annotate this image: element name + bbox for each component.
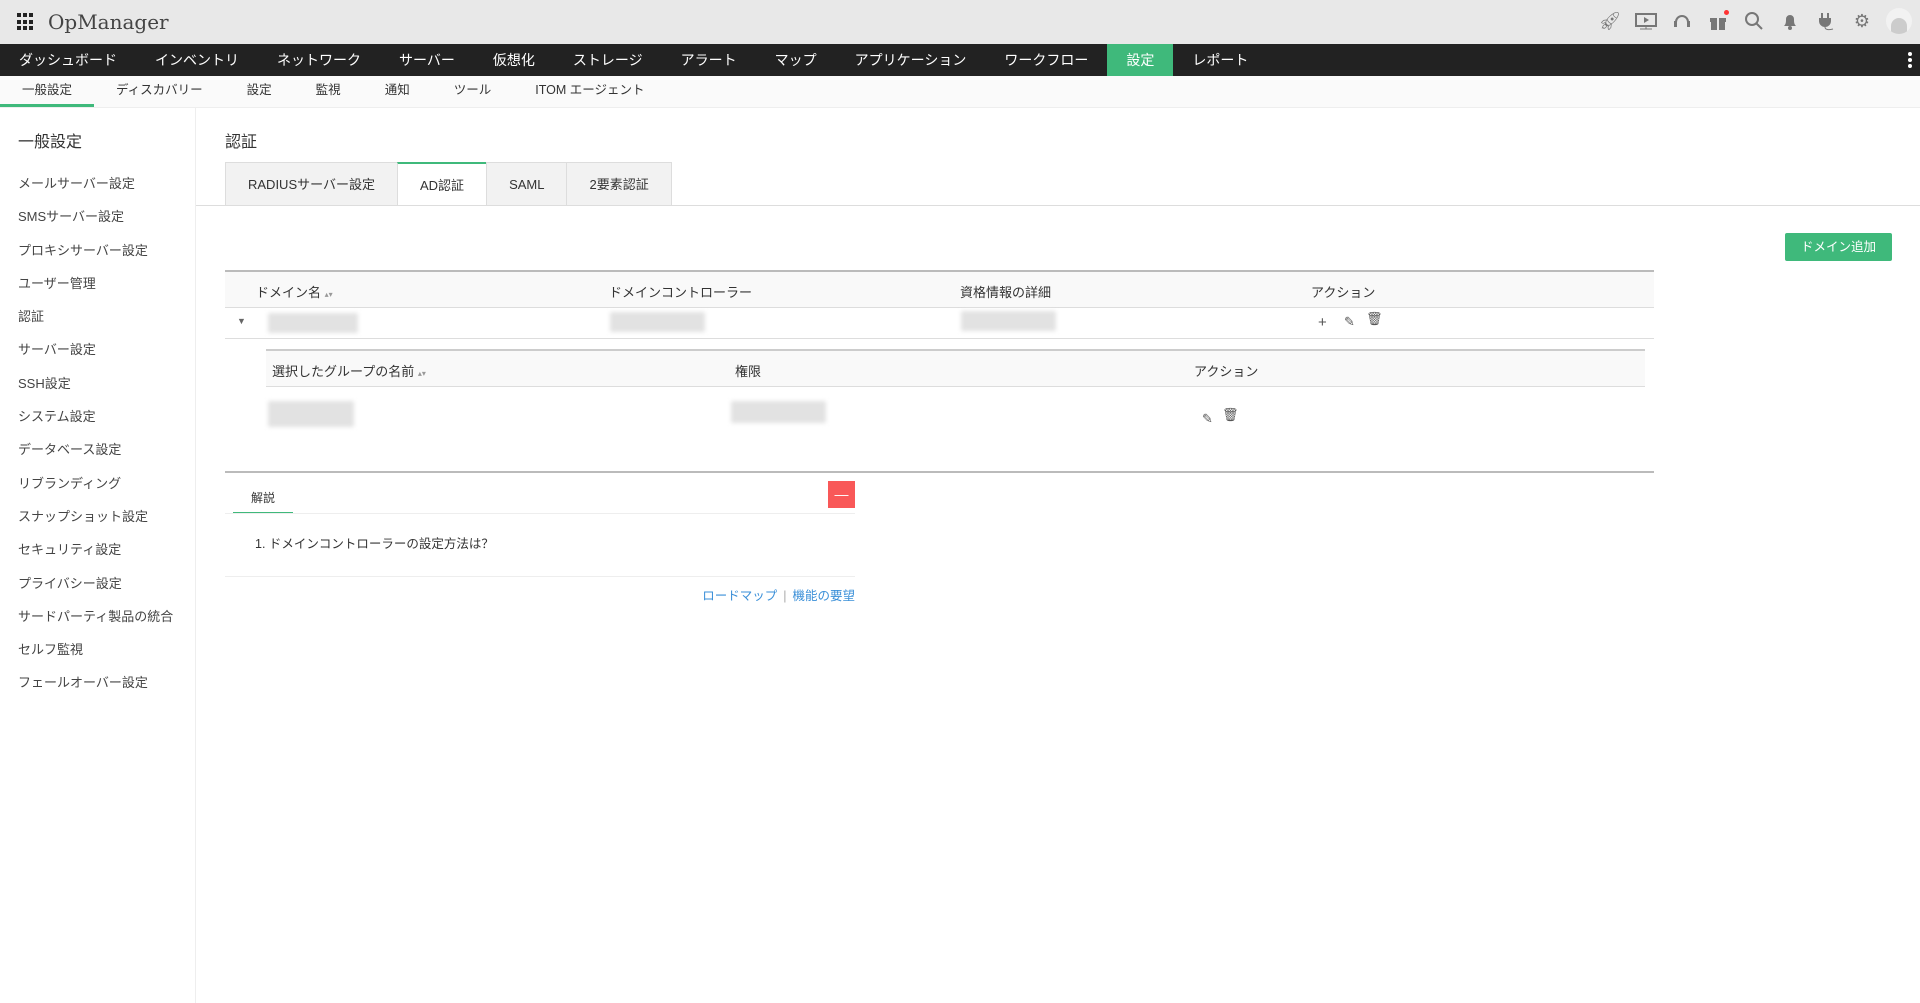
tab-radius[interactable]: RADIUSサーバー設定 bbox=[225, 162, 397, 206]
nav-virtualization[interactable]: 仮想化 bbox=[474, 44, 554, 76]
redacted-domain-controller bbox=[610, 312, 705, 332]
expand-caret-icon[interactable]: ▼ bbox=[237, 316, 246, 326]
add-domain-button[interactable]: ドメイン追加 bbox=[1785, 233, 1892, 261]
subnav-itom-agent[interactable]: ITOM エージェント bbox=[513, 76, 666, 107]
subnav-notification[interactable]: 通知 bbox=[363, 76, 432, 107]
nav-network[interactable]: ネットワーク bbox=[258, 44, 380, 76]
subnav-discovery[interactable]: ディスカバリー bbox=[94, 76, 225, 107]
app-logo[interactable]: OpManager bbox=[48, 10, 169, 34]
divider bbox=[225, 513, 855, 514]
help-tab[interactable]: 解説 bbox=[233, 489, 294, 514]
table-header: ドメイン名 ▴▾ ドメインコントローラー 資格情報の詳細 アクション bbox=[225, 272, 1654, 308]
col-group-name[interactable]: 選択したグループの名前 ▴▾ bbox=[272, 361, 426, 380]
sidebar-item[interactable]: SMSサーバー設定 bbox=[18, 206, 173, 239]
headset-icon[interactable] bbox=[1670, 9, 1694, 33]
feature-request-link[interactable]: 機能の要望 bbox=[792, 589, 855, 603]
sidebar-item[interactable]: プライバシー設定 bbox=[18, 573, 173, 606]
sub-nav: 一般設定 ディスカバリー 設定 監視 通知 ツール ITOM エージェント bbox=[0, 76, 1920, 108]
presentation-icon[interactable] bbox=[1634, 9, 1658, 33]
sidebar-item[interactable]: リブランディング bbox=[18, 473, 173, 506]
sidebar-item[interactable]: 認証 bbox=[18, 306, 173, 339]
sidebar-item[interactable]: セキュリティ設定 bbox=[18, 539, 173, 572]
col-domain-name[interactable]: ドメイン名 ▴▾ bbox=[256, 282, 333, 301]
divider bbox=[196, 205, 1920, 206]
redacted-domain-name bbox=[268, 313, 358, 333]
sidebar-item[interactable]: データベース設定 bbox=[18, 439, 173, 472]
sidebar-item[interactable]: スナップショット設定 bbox=[18, 506, 173, 539]
search-icon[interactable] bbox=[1742, 9, 1766, 33]
minimize-button[interactable]: — bbox=[828, 481, 855, 508]
subnav-general[interactable]: 一般設定 bbox=[0, 76, 95, 107]
delete-icon[interactable]: 🗑︎ bbox=[1366, 311, 1383, 327]
sidebar-item[interactable]: SSH設定 bbox=[18, 373, 173, 406]
table-row: ▼ + ✎ 🗑︎ bbox=[225, 308, 1654, 339]
redacted-group-name bbox=[268, 401, 354, 427]
sidebar-title: 一般設定 bbox=[18, 134, 83, 151]
sidebar-item[interactable]: サードパーティ製品の統合 bbox=[18, 606, 173, 639]
edit-icon[interactable]: ✎ bbox=[1202, 411, 1213, 427]
plug-icon[interactable] bbox=[1814, 9, 1838, 33]
sidebar-item[interactable]: システム設定 bbox=[18, 406, 173, 439]
nav-dashboard[interactable]: ダッシュボード bbox=[0, 44, 136, 76]
rocket-icon[interactable]: 🚀︎ bbox=[1598, 9, 1622, 33]
nav-inventory[interactable]: インベントリ bbox=[136, 44, 258, 76]
nav-maps[interactable]: マップ bbox=[756, 44, 836, 76]
bell-icon[interactable] bbox=[1778, 9, 1802, 33]
sidebar-item[interactable]: サーバー設定 bbox=[18, 339, 173, 372]
col-credential: 資格情報の詳細 bbox=[960, 285, 1052, 300]
col-permission: 権限 bbox=[735, 364, 762, 379]
domain-table: ドメイン名 ▴▾ ドメインコントローラー 資格情報の詳細 アクション ▼ + ✎… bbox=[225, 270, 1654, 473]
add-icon[interactable]: + bbox=[1318, 314, 1327, 331]
main-nav: ダッシュボード インベントリ ネットワーク サーバー 仮想化 ストレージ アラー… bbox=[0, 44, 1920, 76]
group-table-header: 選択したグループの名前 ▴▾ 権限 アクション bbox=[266, 351, 1645, 387]
tab-2fa[interactable]: 2要素認証 bbox=[566, 162, 672, 206]
group-table: 選択したグループの名前 ▴▾ 権限 アクション ✎ 🗑︎ bbox=[266, 349, 1645, 443]
sidebar-item[interactable]: プロキシサーバー設定 bbox=[18, 240, 173, 273]
tab-ad-auth[interactable]: AD認証 bbox=[397, 162, 487, 206]
redacted-credential bbox=[961, 311, 1056, 331]
avatar-icon[interactable] bbox=[1886, 8, 1912, 34]
divider bbox=[225, 576, 855, 577]
nav-alarms[interactable]: アラート bbox=[662, 44, 756, 76]
auth-tabs: RADIUSサーバー設定 AD認証 SAML 2要素認証 bbox=[225, 162, 672, 206]
nav-settings[interactable]: 設定 bbox=[1107, 44, 1174, 76]
redacted-permission bbox=[731, 401, 826, 423]
sidebar-item[interactable]: セルフ監視 bbox=[18, 639, 173, 672]
nav-reports[interactable]: レポート bbox=[1173, 44, 1267, 76]
group-row: ✎ 🗑︎ bbox=[266, 387, 1645, 443]
nav-server[interactable]: サーバー bbox=[380, 44, 474, 76]
nav-storage[interactable]: ストレージ bbox=[554, 44, 662, 76]
sidebar-item[interactable]: メールサーバー設定 bbox=[18, 173, 173, 206]
sidebar: 一般設定 メールサーバー設定 SMSサーバー設定 プロキシサーバー設定 ユーザー管理認… bbox=[0, 108, 196, 1003]
subnav-monitoring[interactable]: 監視 bbox=[294, 76, 363, 107]
nav-applications[interactable]: アプリケーション bbox=[836, 44, 986, 76]
group-section: 選択したグループの名前 ▴▾ 権限 アクション ✎ 🗑︎ bbox=[225, 339, 1654, 471]
sidebar-item[interactable]: フェールオーバー設定 bbox=[18, 672, 173, 705]
col-domain-controller: ドメインコントローラー bbox=[609, 285, 753, 300]
delete-icon[interactable]: 🗑︎ bbox=[1222, 407, 1239, 423]
gear-icon[interactable]: ⚙ bbox=[1850, 9, 1874, 33]
top-bar: OpManager 🚀︎ ⚙ bbox=[0, 0, 1920, 44]
sort-icon[interactable]: ▴▾ bbox=[325, 290, 333, 299]
app-grid-icon[interactable] bbox=[17, 13, 35, 31]
edit-icon[interactable]: ✎ bbox=[1344, 314, 1355, 330]
gift-icon[interactable] bbox=[1706, 9, 1730, 33]
sidebar-item[interactable]: ユーザー管理 bbox=[18, 273, 173, 306]
col-action: アクション bbox=[1311, 285, 1376, 300]
tab-saml[interactable]: SAML bbox=[486, 162, 567, 206]
help-question-link[interactable]: 1. ドメインコントローラーの設定方法は？ bbox=[255, 533, 494, 552]
sort-icon[interactable]: ▴▾ bbox=[418, 369, 426, 378]
page-title: 認証 bbox=[225, 134, 258, 151]
subnav-tools[interactable]: ツール bbox=[432, 76, 514, 107]
subnav-config[interactable]: 設定 bbox=[225, 76, 294, 107]
main-content: 認証 RADIUSサーバー設定 AD認証 SAML 2要素認証 ドメイン追加 ド… bbox=[196, 108, 1920, 1003]
roadmap-link[interactable]: ロードマップ bbox=[702, 589, 777, 603]
col-group-action: アクション bbox=[1194, 364, 1259, 379]
more-menu-icon[interactable] bbox=[1908, 52, 1912, 70]
nav-workflow[interactable]: ワークフロー bbox=[985, 44, 1107, 76]
footer-links: ロードマップ | 機能の要望 bbox=[702, 589, 855, 603]
